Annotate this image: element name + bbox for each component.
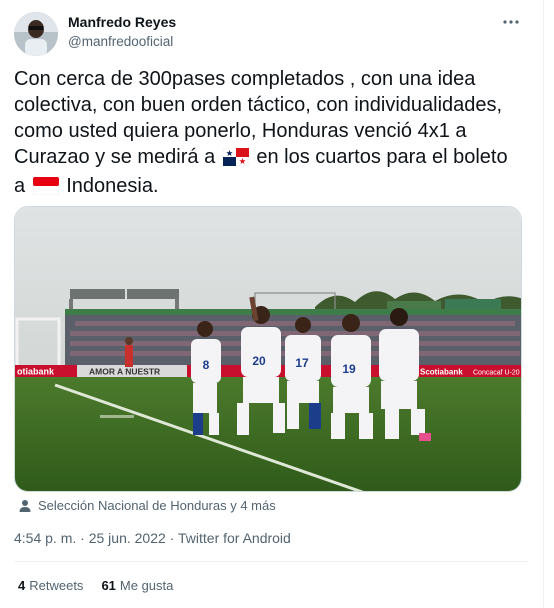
photo-tags-text: Selección Nacional de Honduras y 4 más bbox=[38, 498, 276, 513]
avatar-photo bbox=[14, 12, 58, 56]
banner-left-text: otiabank bbox=[17, 367, 55, 377]
meta-separator-2: · bbox=[165, 530, 178, 546]
jersey-number-1: 8 bbox=[203, 358, 210, 372]
likes-count: 61 bbox=[101, 578, 116, 593]
tweet-time[interactable]: 4:54 p. m. bbox=[14, 530, 76, 546]
tweet-source[interactable]: Twitter for Android bbox=[178, 530, 291, 546]
panama-flag-icon bbox=[222, 147, 250, 173]
banner-mid-text: AMOR A NUESTR bbox=[89, 367, 160, 377]
photo-tags[interactable]: Selección Nacional de Honduras y 4 más bbox=[18, 498, 276, 513]
author-name[interactable]: Manfredo Reyes bbox=[68, 14, 176, 30]
meta-separator-1: · bbox=[76, 530, 89, 546]
tweet-date[interactable]: 25 jun. 2022 bbox=[89, 530, 166, 546]
retweets-label: Retweets bbox=[29, 578, 84, 593]
author-handle[interactable]: @manfredooficial bbox=[68, 34, 173, 49]
likes-label: Me gusta bbox=[119, 578, 174, 593]
tweet-photo[interactable]: otiabank AMOR A NUESTR Scotiabank Concac… bbox=[14, 206, 522, 492]
divider bbox=[14, 561, 529, 562]
tweet-text-part3: Indonesia. bbox=[66, 175, 159, 197]
avatar[interactable] bbox=[14, 12, 58, 56]
more-options-icon[interactable] bbox=[501, 12, 521, 32]
jersey-number-2: 20 bbox=[252, 354, 266, 368]
tweet-stats: 4 Retweets 61 Me gusta bbox=[18, 578, 173, 593]
football-team-photo: otiabank AMOR A NUESTR Scotiabank Concac… bbox=[15, 207, 521, 491]
person-icon bbox=[19, 499, 31, 512]
retweets-count: 4 bbox=[18, 578, 26, 593]
indonesia-flag-icon bbox=[32, 176, 59, 202]
jersey-number-4: 19 bbox=[342, 362, 356, 376]
banner-right-text-1: Scotiabank bbox=[420, 368, 463, 377]
tweet-text: Con cerca de 300pases completados , con … bbox=[14, 66, 514, 202]
tweet-meta: 4:54 p. m. · 25 jun. 2022 · Twitter for … bbox=[14, 530, 291, 546]
jersey-number-3: 17 bbox=[295, 356, 309, 370]
tweet-card: Manfredo Reyes @manfredooficial Con cerc… bbox=[0, 0, 544, 608]
banner-right-text-2: Concacaf U-20 bbox=[473, 370, 520, 377]
retweets-stat[interactable]: 4 Retweets bbox=[18, 578, 83, 593]
likes-stat[interactable]: 61 Me gusta bbox=[101, 578, 173, 593]
